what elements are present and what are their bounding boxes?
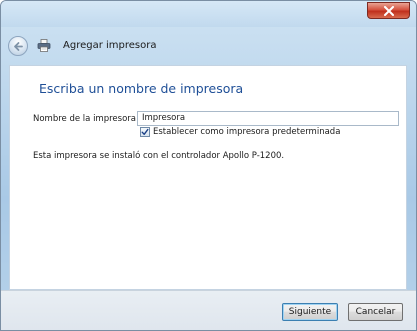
printer-icon xyxy=(37,39,51,52)
add-printer-window: Agregar impresora Escriba un nombre de i… xyxy=(0,0,417,331)
next-button[interactable]: Siguiente xyxy=(282,303,338,321)
cancel-button[interactable]: Cancelar xyxy=(348,303,403,321)
wizard-header: Agregar impresora xyxy=(1,27,416,65)
window-title: Agregar impresora xyxy=(63,40,157,51)
button-bar: Siguiente Cancelar xyxy=(1,290,416,330)
close-button[interactable] xyxy=(367,2,410,19)
printer-name-label: Nombre de la impresora: xyxy=(33,114,139,124)
content-panel: Escriba un nombre de impresora Nombre de… xyxy=(9,65,407,290)
printer-name-input[interactable]: Impresora xyxy=(137,111,399,126)
checkmark-icon xyxy=(141,128,149,135)
default-printer-label[interactable]: Establecer como impresora predeterminada xyxy=(153,127,340,137)
default-printer-checkbox[interactable] xyxy=(140,127,150,137)
driver-info-text: Esta impresora se instaló con el control… xyxy=(33,151,285,161)
main-instruction: Escriba un nombre de impresora xyxy=(39,81,244,96)
back-arrow-icon xyxy=(14,42,23,51)
back-button[interactable] xyxy=(8,36,28,56)
title-bar[interactable] xyxy=(1,1,416,27)
close-icon xyxy=(384,6,394,16)
